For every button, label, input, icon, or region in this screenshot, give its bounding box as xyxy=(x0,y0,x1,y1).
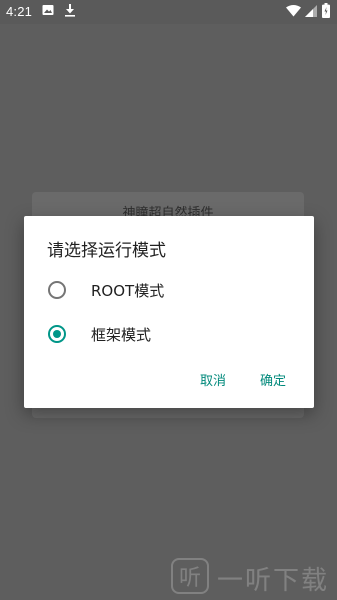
download-icon xyxy=(65,4,75,17)
watermark-text: 一听下载 xyxy=(217,566,330,596)
watermark-logo-icon: 听 xyxy=(171,558,209,594)
signal-icon xyxy=(305,5,317,17)
image-icon xyxy=(42,5,54,15)
confirm-button[interactable]: 确定 xyxy=(254,366,292,393)
battery-icon xyxy=(322,3,330,18)
wifi-icon xyxy=(286,5,301,17)
dialog-title: 请选择运行模式 xyxy=(47,241,166,261)
option-root-mode[interactable]: ROOT模式 xyxy=(24,268,314,312)
radio-unchecked-icon[interactable] xyxy=(48,281,66,299)
radio-checked-icon[interactable] xyxy=(48,325,66,343)
status-time: 4:21 xyxy=(6,4,33,19)
option-label-framework: 框架模式 xyxy=(91,326,152,344)
run-mode-dialog: 请选择运行模式 ROOT模式 框架模式 取消 确定 xyxy=(24,216,314,408)
watermark: 听 一听下载 xyxy=(171,558,331,596)
status-bar: 4:21 xyxy=(0,0,337,24)
radio-dot xyxy=(53,330,61,338)
svg-text:听: 听 xyxy=(179,566,201,591)
option-framework-mode[interactable]: 框架模式 xyxy=(24,312,314,356)
cancel-button[interactable]: 取消 xyxy=(194,366,232,393)
option-label-root: ROOT模式 xyxy=(91,282,165,300)
